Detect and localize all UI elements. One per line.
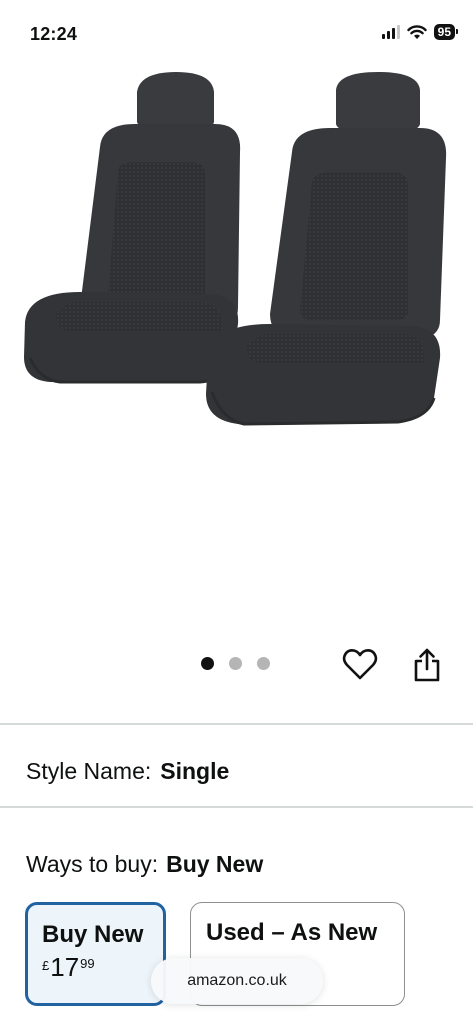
right-seat xyxy=(206,72,447,426)
style-name-row: Style Name: Single xyxy=(26,758,229,785)
wifi-icon xyxy=(406,24,427,39)
divider xyxy=(0,806,473,808)
buy-new-option[interactable]: Buy New £ 17 99 xyxy=(25,902,166,1006)
buy-new-price: £ 17 99 xyxy=(42,953,149,981)
ways-to-buy-value: Buy New xyxy=(166,851,264,877)
price-fraction: 99 xyxy=(80,956,95,971)
browser-url-pill[interactable]: amazon.co.uk xyxy=(151,958,323,1004)
wishlist-button[interactable] xyxy=(340,644,380,684)
cellular-signal-icon xyxy=(381,25,400,39)
price-currency: £ xyxy=(42,958,50,973)
heart-icon xyxy=(342,648,378,679)
style-name-value: Single xyxy=(160,758,230,784)
product-image xyxy=(24,72,447,426)
buy-new-title: Buy New xyxy=(42,921,144,948)
battery-indicator: 95 xyxy=(433,24,459,40)
status-time: 12:24 xyxy=(30,24,78,44)
carousel-dots[interactable] xyxy=(201,657,270,670)
carousel-dot-1[interactable] xyxy=(201,657,214,670)
share-icon xyxy=(414,648,440,682)
product-image-gallery[interactable] xyxy=(0,62,473,642)
ways-to-buy-row: Ways to buy: Buy New xyxy=(26,851,263,878)
used-as-new-title: Used – As New xyxy=(206,919,378,946)
left-seat xyxy=(24,72,241,384)
price-whole: 17 xyxy=(50,952,80,982)
ways-to-buy-label: Ways to buy: xyxy=(26,851,159,877)
carousel-dot-2[interactable] xyxy=(229,657,242,670)
status-icons: 95 xyxy=(381,24,459,40)
share-button[interactable] xyxy=(407,645,447,685)
carousel-dot-3[interactable] xyxy=(257,657,270,670)
style-name-label: Style Name: xyxy=(26,758,152,784)
status-bar: 12:24 95 xyxy=(0,0,473,62)
divider xyxy=(0,723,473,725)
